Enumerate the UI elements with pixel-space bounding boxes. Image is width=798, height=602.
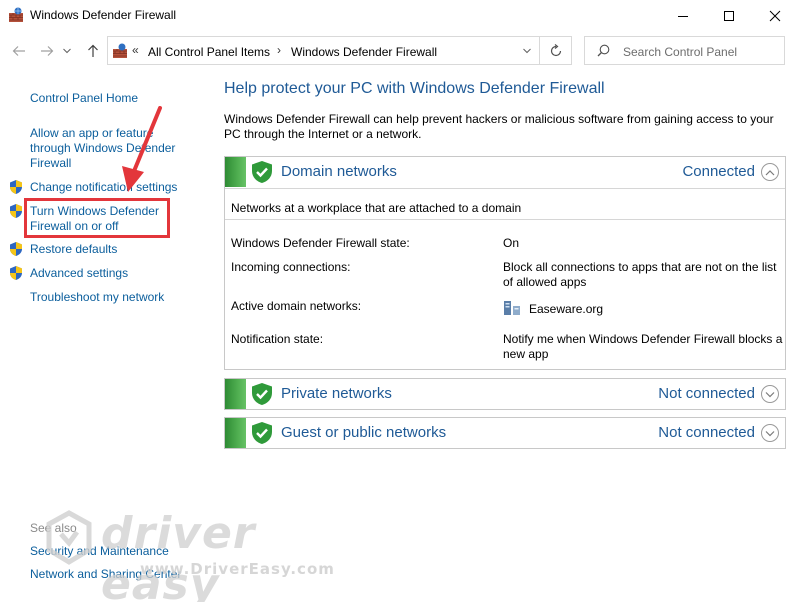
guest-public-networks-panel[interactable]: Guest or public networks Not connected (224, 417, 786, 449)
address-dropdown-button[interactable] (517, 43, 537, 59)
search-icon (597, 44, 610, 57)
refresh-icon (550, 43, 561, 56)
status-color-bar (225, 157, 246, 187)
domain-network-icon (504, 301, 520, 315)
restore-defaults-link[interactable]: Restore defaults (30, 242, 117, 257)
breadcrumb-all-control-panel-items[interactable]: All Control Panel Items (148, 45, 270, 59)
window-title: Windows Defender Firewall (30, 8, 177, 22)
recent-locations-button[interactable] (62, 42, 72, 60)
maximize-icon (724, 10, 734, 21)
uac-shield-icon (8, 179, 24, 195)
minimize-icon (678, 15, 688, 17)
uac-shield-icon (8, 241, 24, 257)
chevron-down-icon (63, 48, 71, 54)
search-input[interactable] (623, 43, 778, 60)
search-box[interactable] (584, 36, 785, 65)
breadcrumb-separator[interactable]: › (277, 43, 281, 57)
close-button[interactable] (752, 0, 798, 31)
control-panel-home-link[interactable]: Control Panel Home (30, 91, 138, 106)
breadcrumb-windows-defender-firewall[interactable]: Windows Defender Firewall (291, 45, 437, 59)
chevron-down-icon (765, 430, 775, 436)
up-arrow-icon (88, 44, 98, 57)
back-button[interactable] (10, 42, 28, 60)
firewall-app-icon (8, 7, 24, 23)
domain-networks-panel: Domain networks Connected Networks at a … (224, 156, 786, 370)
active-domain-network-value: Easeware.org (529, 302, 604, 316)
minimize-button[interactable] (660, 0, 706, 31)
expand-button[interactable] (761, 424, 779, 442)
status-color-bar (225, 379, 246, 409)
incoming-connections-value: Block all connections to apps that are n… (503, 260, 777, 289)
highlight-annotation-box (24, 198, 170, 238)
status-color-bar (225, 418, 246, 448)
network-title: Private networks (281, 385, 392, 402)
chevron-up-icon (765, 169, 775, 175)
breadcrumb-overflow[interactable]: « (132, 43, 139, 57)
control-panel-icon (112, 43, 128, 59)
collapse-button[interactable] (761, 163, 779, 181)
active-domain-network-row: Easeware.org (225, 300, 785, 318)
chevron-down-icon (765, 391, 775, 397)
notification-state-value: Notify me when Windows Defender Firewall… (503, 332, 783, 361)
network-title: Domain networks (281, 163, 397, 180)
forward-arrow-icon (41, 46, 54, 56)
forward-button[interactable] (38, 42, 56, 60)
expand-button[interactable] (761, 385, 779, 403)
page-title: Help protect your PC with Windows Defend… (224, 80, 605, 97)
green-check-shield-icon (252, 422, 272, 444)
title-bar: Windows Defender Firewall (0, 0, 798, 31)
troubleshoot-network-link[interactable]: Troubleshoot my network (30, 290, 164, 305)
watermark-url: www.DriverEasy.com (140, 560, 335, 578)
network-title: Guest or public networks (281, 424, 447, 441)
drivereasy-logo-icon (46, 510, 92, 565)
network-description: Networks at a workplace that are attache… (231, 201, 522, 215)
page-description: Windows Defender Firewall can help preve… (224, 112, 774, 141)
refresh-button[interactable] (540, 36, 572, 65)
firewall-state-value: On (503, 236, 520, 250)
network-description-row: Networks at a workplace that are attache… (225, 188, 785, 220)
private-networks-header[interactable]: Private networks Not connected (225, 379, 785, 410)
incoming-connections-label: Incoming connections: (231, 260, 351, 274)
green-check-shield-icon (252, 161, 272, 183)
annotation-arrow-icon (122, 106, 162, 192)
navigation-bar: « All Control Panel Items › Windows Defe… (0, 34, 798, 68)
green-check-shield-icon (252, 383, 272, 405)
up-button[interactable] (84, 42, 102, 60)
address-bar[interactable]: « All Control Panel Items › Windows Defe… (107, 36, 540, 65)
uac-shield-icon (8, 203, 24, 219)
domain-networks-header[interactable]: Domain networks Connected (225, 157, 785, 188)
private-networks-panel[interactable]: Private networks Not connected (224, 378, 786, 410)
firewall-state-label: Windows Defender Firewall state: (231, 236, 410, 250)
drivereasy-watermark: driver easy www.DriverEasy.com (46, 508, 336, 602)
watermark-text: driver easy (101, 508, 256, 602)
network-status: Not connected (658, 424, 755, 441)
close-icon (769, 10, 781, 21)
maximize-button[interactable] (706, 0, 752, 31)
guest-public-networks-header[interactable]: Guest or public networks Not connected (225, 418, 785, 449)
uac-shield-icon (8, 265, 24, 281)
notification-state-label: Notification state: (231, 332, 324, 346)
back-arrow-icon (12, 46, 25, 56)
network-status: Connected (682, 163, 755, 180)
chevron-down-icon (523, 48, 531, 54)
advanced-settings-link[interactable]: Advanced settings (30, 266, 128, 281)
network-status: Not connected (658, 385, 755, 402)
